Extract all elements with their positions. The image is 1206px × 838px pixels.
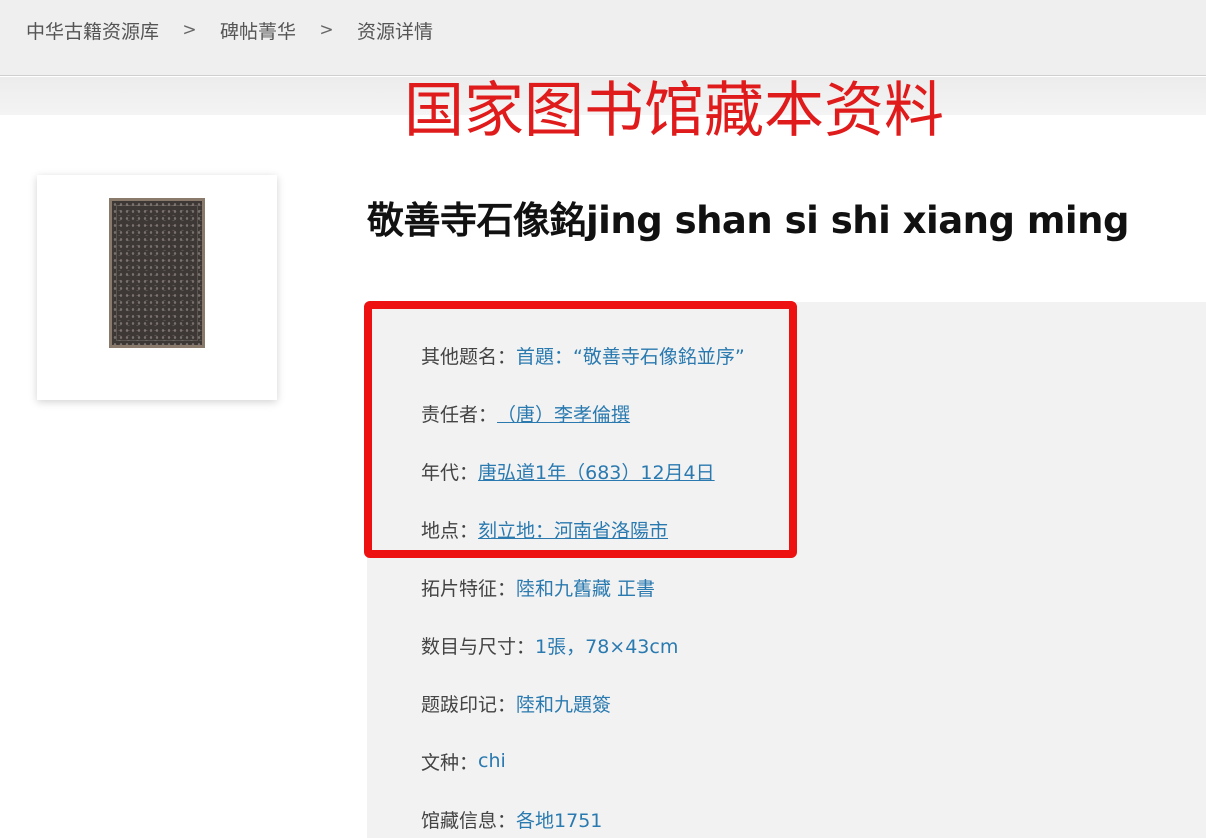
field-rubbing-features: 拓片特征： 陸和九舊藏 正書 — [421, 572, 655, 602]
breadcrumb-item-collection[interactable]: 碑帖菁华 — [220, 17, 296, 44]
field-label: 数目与尺寸： — [421, 635, 536, 658]
field-label: 责任者： — [421, 403, 498, 426]
field-language: 文种： chi — [421, 746, 506, 776]
field-label: 年代： — [421, 461, 479, 484]
top-navigation-bar: 中华古籍资源库 > 碑帖菁华 > 资源详情 — [0, 0, 1206, 76]
field-value: 陸和九舊藏 正書 — [516, 577, 656, 600]
author-link[interactable]: （唐）李孝倫撰 — [497, 400, 630, 427]
field-label: 文种： — [421, 751, 479, 774]
field-value: 陸和九題簽 — [516, 693, 612, 716]
field-label: 馆藏信息： — [421, 809, 517, 832]
field-author: 责任者： （唐）李孝倫撰 — [421, 398, 630, 428]
field-label: 拓片特征： — [421, 577, 517, 600]
breadcrumb-item-current: 资源详情 — [357, 20, 434, 43]
thumbnail-card[interactable] — [37, 175, 277, 400]
field-other-title: 其他题名： 首題：“敬善寺石像銘並序” — [421, 340, 745, 370]
field-value: chi — [478, 750, 506, 772]
breadcrumb: 中华古籍资源库 > 碑帖菁华 > 资源详情 — [0, 16, 433, 44]
overlay-stamp-text: 国家图书馆藏本资料 — [404, 76, 944, 146]
record-title: 敬善寺石像銘jing shan si shi xiang ming — [367, 199, 1129, 242]
date-link[interactable]: 唐弘道1年（683）12月4日 — [478, 458, 715, 485]
breadcrumb-item-library[interactable]: 中华古籍资源库 — [26, 17, 159, 44]
field-location: 地点： 刻立地：河南省洛陽市 — [421, 514, 668, 544]
field-value: 首題：“敬善寺石像銘並序” — [516, 345, 745, 368]
field-holdings: 馆藏信息： 各地1751 — [421, 804, 602, 834]
field-value: 各地1751 — [516, 809, 603, 832]
field-quantity-size: 数目与尺寸： 1張，78×43cm — [421, 630, 678, 660]
field-date: 年代： 唐弘道1年（683）12月4日 — [421, 456, 715, 486]
breadcrumb-separator: > — [319, 20, 334, 40]
field-label: 其他题名： — [421, 345, 517, 368]
rubbing-thumbnail-icon[interactable] — [109, 198, 205, 348]
field-label: 地点： — [421, 519, 479, 542]
breadcrumb-separator: > — [182, 20, 197, 40]
field-inscriptions: 题跋印记： 陸和九題簽 — [421, 688, 611, 718]
field-value: 1張，78×43cm — [535, 635, 679, 658]
location-link[interactable]: 刻立地：河南省洛陽市 — [478, 516, 668, 543]
field-label: 题跋印记： — [421, 693, 517, 716]
